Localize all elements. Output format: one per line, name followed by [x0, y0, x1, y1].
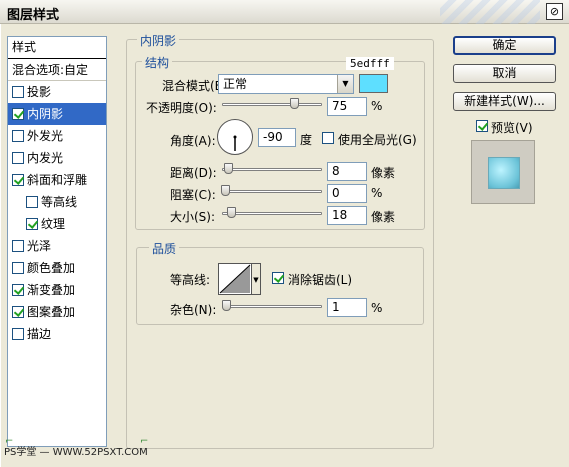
- choke-slider-thumb[interactable]: [221, 185, 230, 196]
- angle-dial-needle: [233, 135, 237, 151]
- global-light-checkbox[interactable]: [322, 132, 334, 144]
- style-item-checkbox[interactable]: [12, 240, 24, 252]
- ok-button[interactable]: 确定: [453, 36, 556, 55]
- style-item[interactable]: 光泽: [8, 235, 106, 257]
- contour-dropdown-arrow-icon[interactable]: ▼: [252, 263, 261, 295]
- size-slider-thumb[interactable]: [227, 207, 237, 218]
- noise-input[interactable]: 1: [327, 298, 367, 317]
- size-unit: 像素: [371, 210, 396, 224]
- watermark: PS学堂 — WWW.52PSXT.COM: [4, 447, 148, 458]
- style-item-checkbox[interactable]: [26, 196, 38, 208]
- size-slider-track[interactable]: [222, 212, 322, 215]
- blend-mode-select[interactable]: 正常 ▼: [218, 74, 354, 94]
- panel-title: 内阴影: [137, 32, 180, 49]
- styles-list: 样式 混合选项:自定 投影内阴影外发光内发光斜面和浮雕等高线纹理光泽颜色叠加渐变…: [7, 36, 107, 447]
- style-item[interactable]: 颜色叠加: [8, 257, 106, 279]
- global-light-label[interactable]: 使用全局光(G): [338, 131, 417, 148]
- cancel-button[interactable]: 取消: [453, 64, 556, 83]
- choke-label: 阻塞(C):: [170, 188, 216, 202]
- preview-label[interactable]: 预览(V): [491, 119, 533, 136]
- style-item-label: 颜色叠加: [27, 261, 76, 275]
- new-style-button[interactable]: 新建样式(W)...: [453, 92, 556, 111]
- window-title: 图层样式: [7, 8, 60, 23]
- style-item-label: 描边: [27, 327, 52, 341]
- noise-slider-track[interactable]: [222, 305, 322, 308]
- contour-picker[interactable]: [218, 263, 252, 295]
- style-item-checkbox[interactable]: [12, 328, 24, 340]
- close-button[interactable]: ⊘: [546, 3, 563, 20]
- choke-input[interactable]: 0: [327, 184, 367, 203]
- style-item[interactable]: 内阴影: [8, 103, 106, 125]
- style-item-label: 纹理: [41, 217, 66, 231]
- size-input[interactable]: 18: [327, 206, 367, 225]
- antialias-checkbox[interactable]: [272, 272, 284, 284]
- noise-slider-thumb[interactable]: [221, 300, 231, 311]
- style-item-label: 外发光: [27, 129, 64, 143]
- style-item[interactable]: 等高线: [8, 191, 106, 213]
- style-preview: [471, 140, 535, 204]
- angle-label: 角度(A):: [170, 134, 216, 148]
- styles-header[interactable]: 样式: [8, 37, 106, 59]
- preview-checkbox[interactable]: [476, 120, 488, 132]
- shadow-color-swatch[interactable]: [359, 74, 388, 93]
- quality-title: 品质: [149, 240, 180, 257]
- contour-label: 等高线:: [170, 273, 211, 287]
- style-item-label: 等高线: [41, 195, 78, 209]
- blend-mode-value: 正常: [223, 77, 248, 91]
- style-item-checkbox[interactable]: [12, 284, 24, 296]
- style-item[interactable]: 投影: [8, 81, 106, 103]
- structure-title: 结构: [142, 54, 173, 71]
- style-item-checkbox[interactable]: [12, 130, 24, 142]
- style-item[interactable]: 图案叠加: [8, 301, 106, 323]
- style-item-checkbox[interactable]: [12, 306, 24, 318]
- size-label: 大小(S):: [170, 210, 216, 224]
- contour-curve-icon: [219, 264, 251, 294]
- distance-label: 距离(D):: [170, 166, 217, 180]
- opacity-label: 不透明度(O):: [146, 101, 217, 115]
- distance-input[interactable]: 8: [327, 162, 367, 181]
- style-item[interactable]: 描边: [8, 323, 106, 345]
- style-item-label: 投影: [27, 85, 52, 99]
- chevron-down-icon[interactable]: ▼: [337, 75, 353, 93]
- opacity-slider-track[interactable]: [222, 103, 322, 106]
- blend-options-item[interactable]: 混合选项:自定: [8, 59, 106, 81]
- opacity-input[interactable]: 75: [327, 97, 367, 116]
- choke-unit: %: [371, 186, 383, 200]
- style-item[interactable]: 纹理: [8, 213, 106, 235]
- style-item-checkbox[interactable]: [26, 218, 38, 230]
- angle-dial[interactable]: [217, 119, 253, 155]
- style-item-label: 内发光: [27, 151, 64, 165]
- distance-unit: 像素: [371, 166, 396, 180]
- style-item-label: 光泽: [27, 239, 52, 253]
- opacity-unit: %: [371, 99, 383, 113]
- noise-label: 杂色(N):: [170, 303, 217, 317]
- angle-input[interactable]: -90: [258, 128, 296, 147]
- angle-unit: 度: [300, 133, 313, 147]
- distance-slider-track[interactable]: [222, 168, 322, 171]
- style-item-label: 图案叠加: [27, 305, 76, 319]
- title-bar-decoration: [440, 0, 540, 24]
- noise-unit: %: [371, 301, 383, 315]
- title-bar: 图层样式 ⊘: [0, 0, 569, 24]
- style-item-checkbox[interactable]: [12, 108, 24, 120]
- color-hex-label: 5edfff: [346, 57, 394, 70]
- style-item-checkbox[interactable]: [12, 174, 24, 186]
- choke-slider-track[interactable]: [222, 190, 322, 193]
- opacity-slider-thumb[interactable]: [290, 98, 299, 109]
- style-item[interactable]: 渐变叠加: [8, 279, 106, 301]
- style-item-checkbox[interactable]: [12, 86, 24, 98]
- style-preview-swatch: [488, 157, 520, 189]
- style-item[interactable]: 内发光: [8, 147, 106, 169]
- style-item-checkbox[interactable]: [12, 152, 24, 164]
- distance-slider-thumb[interactable]: [223, 163, 233, 174]
- antialias-label[interactable]: 消除锯齿(L): [288, 271, 352, 288]
- style-item[interactable]: 外发光: [8, 125, 106, 147]
- style-item-label: 渐变叠加: [27, 283, 76, 297]
- style-item-label: 内阴影: [27, 107, 64, 121]
- style-item[interactable]: 斜面和浮雕: [8, 169, 106, 191]
- style-item-checkbox[interactable]: [12, 262, 24, 274]
- style-item-label: 斜面和浮雕: [27, 173, 88, 187]
